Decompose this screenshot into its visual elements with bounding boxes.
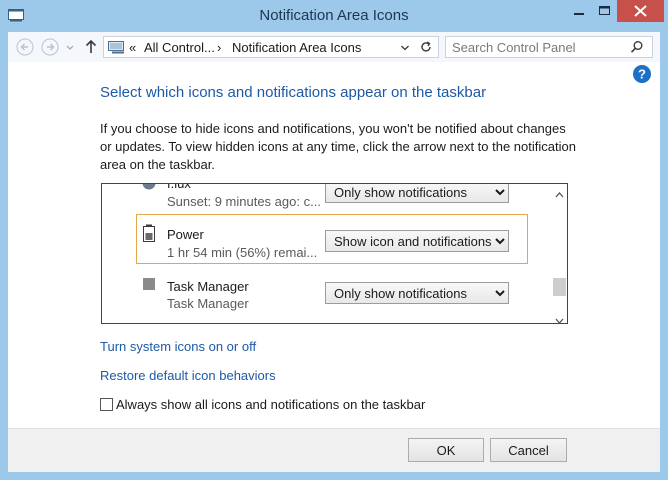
- battery-icon: [142, 224, 156, 242]
- breadcrumb-overflow[interactable]: «: [129, 40, 136, 55]
- list-item-power[interactable]: Power 1 hr 54 min (56%) remai... Show ic…: [102, 220, 552, 264]
- breadcrumb-separator-icon[interactable]: ›: [217, 40, 221, 55]
- list-item-subtitle: Task Manager: [167, 296, 249, 311]
- breadcrumb-current[interactable]: Notification Area Icons: [232, 40, 361, 55]
- list-item-subtitle: 1 hr 54 min (56%) remai...: [167, 245, 318, 260]
- cancel-button[interactable]: Cancel: [490, 438, 567, 462]
- always-show-checkbox[interactable]: [100, 398, 113, 411]
- scroll-up-icon[interactable]: [555, 186, 564, 204]
- up-arrow-icon[interactable]: [84, 38, 98, 56]
- search-box[interactable]: [445, 36, 653, 58]
- behavior-select-flux[interactable]: Only show notifications: [325, 184, 509, 203]
- list-item-flux[interactable]: f.lux Sunset: 9 minutes ago: c... Only s…: [102, 183, 552, 212]
- minimize-icon: [574, 13, 584, 15]
- search-icon[interactable]: [630, 40, 644, 59]
- dialog-window: Notification Area Icons « All Control...…: [0, 0, 668, 480]
- maximize-button[interactable]: [592, 0, 617, 22]
- search-input[interactable]: [452, 39, 622, 55]
- list-scrollbar[interactable]: [552, 184, 567, 323]
- back-arrow-icon[interactable]: [16, 38, 34, 56]
- behavior-select-power[interactable]: Show icon and notifications: [325, 230, 509, 252]
- list-item-name: Power: [167, 227, 204, 242]
- close-button[interactable]: [617, 0, 664, 22]
- breadcrumb-all-control-panel[interactable]: All Control...: [144, 40, 215, 55]
- address-bar[interactable]: « All Control... › Notification Area Ico…: [103, 36, 439, 58]
- ok-button[interactable]: OK: [408, 438, 484, 462]
- list-item-task-manager[interactable]: Task Manager Task Manager Only show noti…: [102, 272, 552, 316]
- page-description: If you choose to hide icons and notifica…: [100, 121, 576, 172]
- close-icon: [634, 5, 647, 17]
- help-icon[interactable]: ?: [632, 64, 652, 84]
- forward-arrow-icon[interactable]: [41, 38, 59, 56]
- notification-icons-list[interactable]: f.lux Sunset: 9 minutes ago: c... Only s…: [101, 183, 568, 324]
- scroll-down-icon[interactable]: [555, 312, 564, 323]
- restore-defaults-link[interactable]: Restore default icon behaviors: [100, 368, 276, 383]
- title-bar[interactable]: Notification Area Icons: [0, 0, 668, 32]
- refresh-icon[interactable]: [419, 40, 433, 59]
- list-item-name: f.lux: [167, 183, 191, 191]
- flux-icon: [142, 184, 156, 194]
- control-panel-icon: [108, 41, 126, 59]
- task-manager-icon: [142, 277, 156, 295]
- list-item-name: Task Manager: [167, 279, 249, 294]
- list-item-subtitle: Sunset: 9 minutes ago: c...: [167, 194, 321, 209]
- address-dropdown-chevron-icon[interactable]: [400, 41, 410, 59]
- behavior-select-task-manager[interactable]: Only show notifications: [325, 282, 509, 304]
- always-show-label[interactable]: Always show all icons and notifications …: [116, 397, 425, 412]
- minimize-button[interactable]: [566, 0, 592, 22]
- turn-system-icons-link[interactable]: Turn system icons on or off: [100, 339, 256, 354]
- recent-locations-chevron-icon[interactable]: [65, 38, 75, 56]
- page-heading: Select which icons and notifications app…: [100, 84, 487, 101]
- maximize-icon: [599, 6, 610, 15]
- svg-text:?: ?: [638, 67, 646, 82]
- scrollbar-thumb[interactable]: [553, 278, 566, 296]
